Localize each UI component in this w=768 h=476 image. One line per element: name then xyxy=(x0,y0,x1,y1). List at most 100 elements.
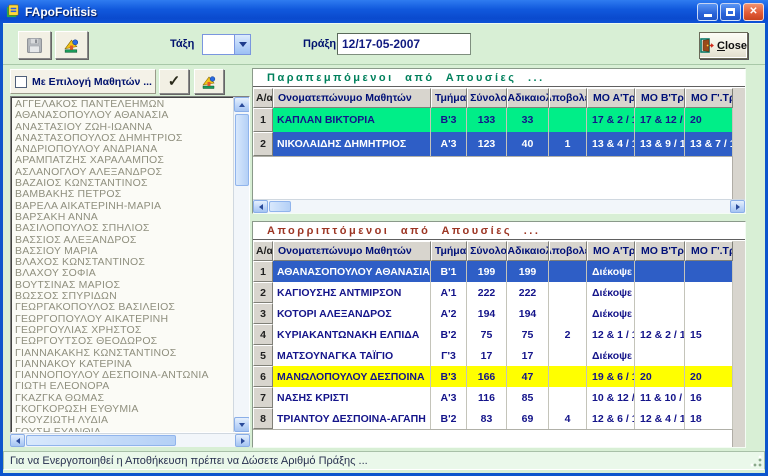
grid-cell: ΚΑΓΙΟΥΣΗΣ ΑΝΤΜΙΡΣΟΝ xyxy=(273,282,431,303)
grid-cell xyxy=(635,345,685,366)
table-row[interactable]: 4ΚΥΡΙΑΚΑΝΤΩΝΑΚΗ ΕΛΠΙΔΑΒ'27575212 & 1 / 1… xyxy=(253,324,733,345)
table-row[interactable]: 1ΚΑΠΛΑΝ ΒΙΚΤΟΡΙΑΒ'31333317 & 2 / 1317 & … xyxy=(253,108,733,132)
grid-cell: 75 xyxy=(507,324,549,345)
grid-cell: Γ'3 xyxy=(431,345,467,366)
column-header[interactable]: Α/α xyxy=(253,241,273,261)
grid-cell: 4 xyxy=(253,324,273,345)
grid-cell: 2 xyxy=(253,132,273,156)
column-header[interactable]: Αδικαιολ xyxy=(507,241,549,261)
student-list-item[interactable]: ΒΑΜΒΑΚΗΣ ΠΕΤΡΟΣ xyxy=(15,189,249,200)
column-header[interactable]: Αδικαιολ xyxy=(507,88,549,108)
referred-grid-hscrollbar[interactable] xyxy=(253,199,745,213)
table-row[interactable]: 2ΚΑΓΙΟΥΣΗΣ ΑΝΤΜΙΡΣΟΝΑ'1222222Διέκοψε xyxy=(253,282,733,303)
grid-cell xyxy=(549,261,587,282)
grid-cell xyxy=(549,282,587,303)
close-form-button[interactable]: Close xyxy=(699,32,748,59)
grid-cell: 2 xyxy=(549,324,587,345)
rejected-title: Απορριπτόμενοι από Απουσίες ... xyxy=(253,222,745,240)
column-header[interactable]: Αποβολές xyxy=(549,88,587,108)
report-selection-button[interactable] xyxy=(194,69,224,94)
scroll-right-button[interactable] xyxy=(730,200,745,213)
table-row[interactable]: 2ΝΙΚΟΛΑΙΔΗΣ ΔΗΜΗΤΡΙΟΣΑ'312340113 & 4 / 1… xyxy=(253,132,733,156)
scroll-left-button[interactable] xyxy=(253,200,268,213)
confirm-selection-button[interactable]: ✓ xyxy=(159,69,189,94)
student-list-item[interactable]: ΓΕΩΡΓΟΥΤΣΟΣ ΘΕΟΔΩΡΟΣ xyxy=(15,336,249,347)
combo-drop-button[interactable] xyxy=(234,35,250,54)
grid-cell: Β'2 xyxy=(431,324,467,345)
column-header[interactable]: Ονοματεπώνυμο Μαθητών xyxy=(273,88,431,108)
toolbar: Τάξη Πράξη Close xyxy=(3,23,765,65)
table-row[interactable]: 6ΜΑΝΩΛΟΠΟΥΛΟΥ ΔΕΣΠΟΙΝΑΒ'31664719 & 6 / 1… xyxy=(253,366,733,387)
grid-cell xyxy=(685,261,733,282)
grid-cell: 13 & 4 / 13 xyxy=(587,132,635,156)
save-floppy-icon xyxy=(26,37,43,54)
grid-cell: 13 & 7 / 13 xyxy=(685,132,733,156)
grid-cell: Διέκοψε xyxy=(587,303,635,324)
column-header[interactable]: Αποβολές xyxy=(549,241,587,261)
grid-cell: 1 xyxy=(253,108,273,132)
praxi-label: Πράξη xyxy=(303,38,336,50)
save-button[interactable] xyxy=(18,31,51,59)
minimize-icon xyxy=(704,14,712,17)
column-header[interactable]: Α/α xyxy=(253,88,273,108)
grid-header-row: Α/αΟνοματεπώνυμο ΜαθητώνΤμήμαΣύνολοΑδικα… xyxy=(253,241,733,261)
scroll-left-button[interactable] xyxy=(10,434,25,447)
close-window-button[interactable]: ✕ xyxy=(743,3,764,21)
grid-cell: 4 xyxy=(549,408,587,429)
column-header[interactable]: Σύνολο xyxy=(467,241,507,261)
student-list-item[interactable]: ΓΕΩΡΓΑΚΟΠΟΥΛΟΣ ΒΑΣΙΛΕΙΟΣ xyxy=(15,302,249,313)
grid-cell: ΚΑΠΛΑΝ ΒΙΚΤΟΡΙΑ xyxy=(273,108,431,132)
grid-cell: 1 xyxy=(549,132,587,156)
student-list-items: ΑΓΓΕΛΑΚΟΣ ΠΑΝΤΕΛΕΗΜΩΝΑΘΑΝΑΣΟΠΟΥΛΟΥ ΑΘΑΝΑ… xyxy=(15,99,249,433)
maximize-button[interactable] xyxy=(720,3,741,21)
report-button[interactable] xyxy=(55,31,88,59)
grid-cell: ΚΥΡΙΑΚΑΝΤΩΝΑΚΗ ΕΛΠΙΔΑ xyxy=(273,324,431,345)
taxi-combobox[interactable] xyxy=(202,34,251,55)
select-students-label: Με Επιλογή Μαθητών ... xyxy=(32,76,152,88)
student-list-item[interactable]: ΓΚΟΥΖΙΩΤΗ ΛΥΔΙΑ xyxy=(15,415,249,426)
column-header[interactable]: ΜΟ Γ'.Τρίμ xyxy=(685,241,733,261)
column-header[interactable]: ΜΟ Α'Τρίμ xyxy=(587,241,635,261)
scroll-thumb[interactable] xyxy=(26,435,176,446)
column-header[interactable]: Ονοματεπώνυμο Μαθητών xyxy=(273,241,431,261)
column-header[interactable]: Τμήμα xyxy=(431,241,467,261)
grid-cell: ΜΑΝΩΛΟΠΟΥΛΟΥ ΔΕΣΠΟΙΝΑ xyxy=(273,366,431,387)
table-row[interactable]: 5ΜΑΤΣΟΥΝΑΓΚΑ ΤΑΪΓΙΟΓ'31717Διέκοψε xyxy=(253,345,733,366)
student-list-item[interactable]: ΑΘΑΝΑΣΟΠΟΥΛΟΥ ΑΘΑΝΑΣΙΑ xyxy=(15,110,249,121)
praxi-input[interactable] xyxy=(337,33,471,55)
grid-cell: 194 xyxy=(507,303,549,324)
table-row[interactable]: 8ΤΡΙΑΝΤΟΥ ΔΕΣΠΟΙΝΑ-ΑΓΑΠΗΒ'28369412 & 6 /… xyxy=(253,408,733,429)
scroll-thumb[interactable] xyxy=(269,201,291,212)
grid-cell: 16 xyxy=(685,387,733,408)
statusbar: Για να Ενεργοποιηθεί η Αποθήκευση πρέπει… xyxy=(3,451,765,470)
print-report-icon xyxy=(63,37,80,54)
grid-cell: 17 xyxy=(467,345,507,366)
scroll-thumb[interactable] xyxy=(235,114,249,186)
student-list-vscrollbar[interactable] xyxy=(233,97,249,432)
column-header[interactable]: ΜΟ Β'Τρίμ xyxy=(635,241,685,261)
select-students-checkbox[interactable] xyxy=(15,76,27,88)
scroll-right-button[interactable] xyxy=(235,434,250,447)
student-list-hscrollbar[interactable] xyxy=(10,433,250,447)
minimize-button[interactable] xyxy=(697,3,718,21)
column-header[interactable]: Σύνολο xyxy=(467,88,507,108)
grid-cell: ΑΘΑΝΑΣΟΠΟΥΛΟΥ ΑΘΑΝΑΣΙΑ xyxy=(273,261,431,282)
grid-cell: 194 xyxy=(467,303,507,324)
resize-grip-icon[interactable] xyxy=(750,455,763,468)
scroll-down-button[interactable] xyxy=(234,417,250,432)
column-header[interactable]: Τμήμα xyxy=(431,88,467,108)
column-header[interactable]: ΜΟ Γ'.Τρίμ xyxy=(685,88,733,108)
taxi-combobox-value xyxy=(203,35,234,54)
grid-gutter xyxy=(732,88,745,199)
column-header[interactable]: ΜΟ Β'Τρίμ xyxy=(635,88,685,108)
grid-cell: Διέκοψε xyxy=(587,282,635,303)
student-listbox[interactable]: ΑΓΓΕΛΑΚΟΣ ΠΑΝΤΕΛΕΗΜΩΝΑΘΑΝΑΣΟΠΟΥΛΟΥ ΑΘΑΝΑ… xyxy=(10,96,250,433)
table-row[interactable]: 1ΑΘΑΝΑΣΟΠΟΥΛΟΥ ΑΘΑΝΑΣΙΑΒ'1199199Διέκοψε xyxy=(253,261,733,282)
student-list-item[interactable]: ΒΑΣΙΛΟΠΟΥΛΟΣ ΣΠΗΛΙΟΣ xyxy=(15,223,249,234)
scroll-up-button[interactable] xyxy=(234,97,250,112)
grid-cell: 166 xyxy=(467,366,507,387)
table-row[interactable]: 7ΝΑΣΗΣ ΚΡΙΣΤΙΑ'31168510 & 12 / 1311 & 10… xyxy=(253,387,733,408)
column-header[interactable]: ΜΟ Α'Τρίμ xyxy=(587,88,635,108)
grid-cell: Α'3 xyxy=(431,387,467,408)
table-row[interactable]: 3ΚΟΤΟΡΙ ΑΛΕΞΑΝΔΡΟΣΑ'2194194Διέκοψε xyxy=(253,303,733,324)
